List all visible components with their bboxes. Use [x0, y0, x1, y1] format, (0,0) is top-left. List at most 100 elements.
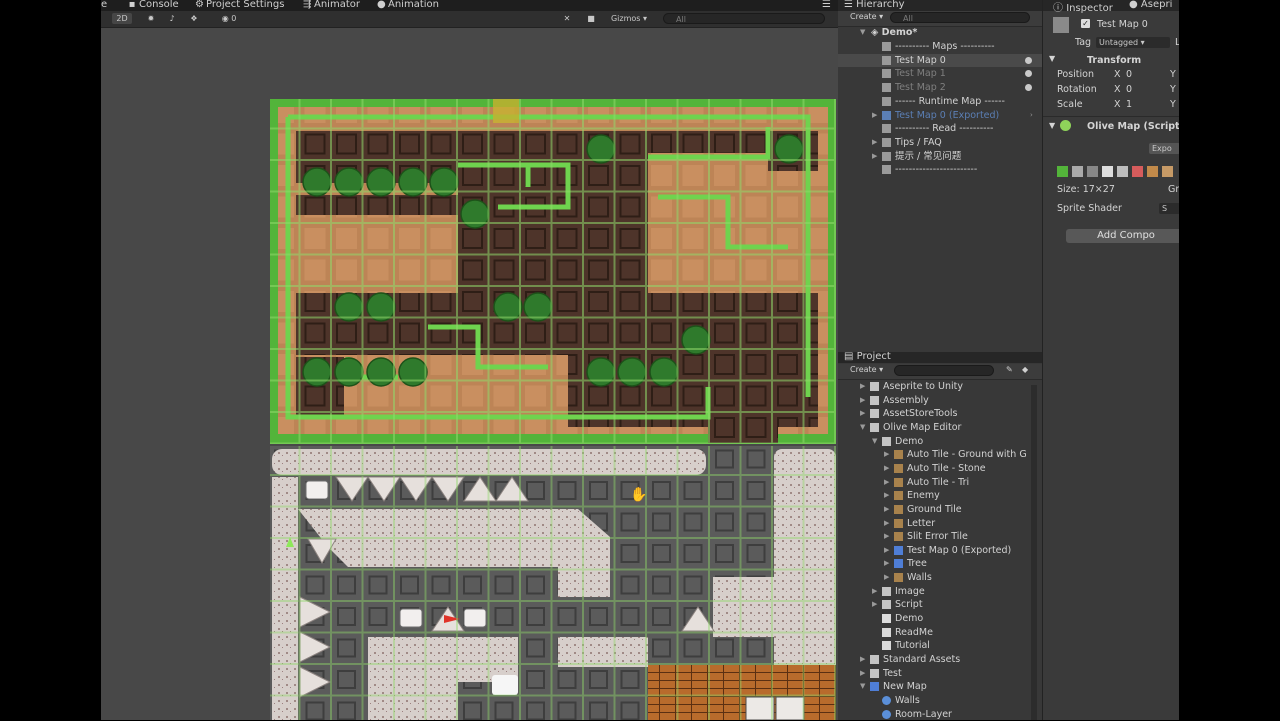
project-item[interactable]: ▶ Enemy: [838, 489, 1042, 502]
project-item[interactable]: ▶ Aseprite to Unity: [838, 380, 1042, 393]
hierarchy-item[interactable]: Test Map 0: [838, 53, 1042, 67]
expand-arrow-icon[interactable]: ▶: [860, 380, 865, 393]
camera-icon[interactable]: ■: [584, 13, 598, 24]
ground-palette-swatch[interactable]: [1057, 166, 1068, 177]
scene-search-input[interactable]: All: [663, 13, 825, 24]
palette-strip[interactable]: [1057, 165, 1180, 178]
scene-root[interactable]: ▼ ◈ Demo*: [838, 26, 1042, 39]
project-scrollbar[interactable]: [1031, 385, 1037, 720]
expand-arrow-icon[interactable]: ▶: [884, 462, 889, 475]
tab-console[interactable]: ▪ Console: [128, 0, 179, 10]
scale-x-field[interactable]: 1: [1126, 99, 1132, 110]
hierarchy-item[interactable]: Test Map 1: [838, 67, 1042, 80]
project-item[interactable]: ▶ Walls: [838, 571, 1042, 584]
project-item[interactable]: Tutorial: [838, 639, 1042, 652]
add-component-button[interactable]: Add Compo: [1066, 229, 1186, 243]
project-item[interactable]: ▶ Tree: [838, 557, 1042, 570]
project-item[interactable]: ▶ Auto Tile - Stone: [838, 462, 1042, 475]
filter-icon[interactable]: ✎: [1006, 365, 1013, 374]
2d-mode-button[interactable]: 2D: [112, 13, 132, 24]
brick-palette-swatch[interactable]: [1147, 166, 1158, 177]
rotation-x-field[interactable]: 0: [1126, 84, 1132, 95]
tilemap-canvas[interactable]: ✋: [268, 97, 838, 720]
project-item[interactable]: ReadMe: [838, 626, 1042, 639]
project-item[interactable]: Walls: [838, 694, 1042, 707]
scene-window[interactable]: e ▪ Console ⚙ Project Settings ⇶ Animator ●…: [101, 0, 838, 720]
project-item[interactable]: Demo: [838, 612, 1042, 625]
hierarchy-item[interactable]: ▶ Tips / FAQ: [838, 136, 1042, 149]
hierarchy-create-button[interactable]: Create ▾: [850, 12, 883, 21]
tag-dropdown[interactable]: Untagged ▾: [1096, 37, 1170, 48]
expand-arrow-icon[interactable]: ▶: [884, 544, 889, 557]
tab-menu-icon[interactable]: ☰: [822, 0, 831, 10]
tab-animator[interactable]: ⇶ Animator: [303, 0, 360, 10]
tri-palette-swatch[interactable]: [1087, 166, 1098, 177]
enemy-palette-swatch[interactable]: [1117, 166, 1128, 177]
expand-arrow-icon[interactable]: ▼: [860, 680, 865, 693]
project-item[interactable]: ▶ Auto Tile - Tri: [838, 476, 1042, 489]
project-item[interactable]: ▶ Ground Tile: [838, 503, 1042, 516]
expand-arrow-icon[interactable]: ▶: [884, 530, 889, 543]
spike-palette-swatch[interactable]: [1102, 166, 1113, 177]
expand-arrow-icon[interactable]: ▶: [872, 150, 877, 163]
tools-icon[interactable]: ✕: [562, 13, 572, 24]
expand-arrow-icon[interactable]: ▶: [860, 394, 865, 407]
lighting-icon[interactable]: ✹: [146, 13, 156, 24]
expand-arrow-icon[interactable]: ▶: [884, 489, 889, 502]
olive-map-foldout-icon[interactable]: ▼: [1049, 121, 1055, 130]
expand-arrow-icon[interactable]: ▶: [884, 517, 889, 530]
project-item[interactable]: ▶ Assembly: [838, 394, 1042, 407]
project-item[interactable]: ▶ Test: [838, 667, 1042, 680]
project-item[interactable]: ▶ Auto Tile - Ground with G: [838, 448, 1042, 461]
expand-arrow-icon[interactable]: ▶: [860, 667, 865, 680]
stone-palette-swatch[interactable]: [1072, 166, 1083, 177]
project-item[interactable]: ▼ New Map: [838, 680, 1042, 693]
project-item[interactable]: ▶ Standard Assets: [838, 653, 1042, 666]
expand-arrow-icon[interactable]: ▶: [884, 557, 889, 570]
expand-arrow-icon[interactable]: ▶: [884, 571, 889, 584]
expand-arrow-icon[interactable]: ▶: [860, 407, 865, 420]
aseprite-tab[interactable]: ● Asepri: [1129, 0, 1172, 10]
visibility-icon[interactable]: [1025, 70, 1032, 78]
project-tab[interactable]: ▤ Project: [838, 351, 1042, 363]
hierarchy-tab[interactable]: ☰ Hierarchy: [838, 0, 1042, 11]
position-x-field[interactable]: 0: [1126, 69, 1132, 80]
label-icon[interactable]: ◆: [1022, 365, 1028, 374]
project-item[interactable]: ▶ AssetStoreTools: [838, 407, 1042, 420]
active-checkbox[interactable]: ✓: [1081, 19, 1090, 28]
expand-arrow-icon[interactable]: ▶: [872, 136, 877, 149]
hierarchy-item[interactable]: Test Map 2: [838, 81, 1042, 94]
tab-project-settings[interactable]: ⚙ Project Settings: [195, 0, 284, 10]
tab-animation[interactable]: ● Animation: [377, 0, 439, 10]
tab-scene-partial[interactable]: e: [101, 0, 107, 10]
transform-foldout-icon[interactable]: ▼: [1049, 54, 1055, 63]
gizmos-dropdown[interactable]: Gizmos ▾: [610, 13, 648, 24]
project-item[interactable]: ▶ Test Map 0 (Exported): [838, 544, 1042, 557]
project-item[interactable]: ▶ Slit Error Tile: [838, 530, 1042, 543]
sprite-shader-field[interactable]: S: [1159, 203, 1180, 214]
hierarchy-item[interactable]: ------ Runtime Map ------: [838, 95, 1042, 108]
dirt-palette-swatch[interactable]: [1162, 166, 1173, 177]
expand-arrow-icon[interactable]: ▶: [872, 598, 877, 611]
object-name-field[interactable]: Test Map 0: [1097, 19, 1148, 30]
expand-arrow-icon[interactable]: ▶: [860, 653, 865, 666]
project-create-button[interactable]: Create ▾: [850, 365, 883, 374]
expand-arrow-icon[interactable]: ▶: [884, 503, 889, 516]
expand-arrow-icon[interactable]: ▶: [872, 109, 877, 122]
hierarchy-item[interactable]: ---------- Maps ----------: [838, 40, 1042, 53]
project-item[interactable]: ▼ Olive Map Editor: [838, 421, 1042, 434]
expand-arrow-icon[interactable]: ▼: [860, 421, 865, 434]
open-prefab-icon[interactable]: ›: [1030, 109, 1033, 122]
visibility-icon[interactable]: [1025, 56, 1032, 64]
expand-arrow-icon[interactable]: ▼: [860, 26, 865, 39]
error-palette-swatch[interactable]: [1132, 166, 1143, 177]
project-item[interactable]: Room-Layer: [838, 708, 1042, 721]
visibility-icon[interactable]: [1025, 84, 1032, 92]
project-item[interactable]: ▶ Script: [838, 598, 1042, 611]
hierarchy-item[interactable]: ---------- Read ----------: [838, 122, 1042, 135]
project-item[interactable]: ▶ Image: [838, 585, 1042, 598]
hierarchy-item[interactable]: ▶ Test Map 0 (Exported) ›: [838, 109, 1042, 122]
hierarchy-item[interactable]: ▶ 提示 / 常见问题: [838, 150, 1042, 163]
hierarchy-item[interactable]: ------------------------: [838, 163, 1042, 176]
effects-icon[interactable]: ❖: [189, 13, 199, 24]
